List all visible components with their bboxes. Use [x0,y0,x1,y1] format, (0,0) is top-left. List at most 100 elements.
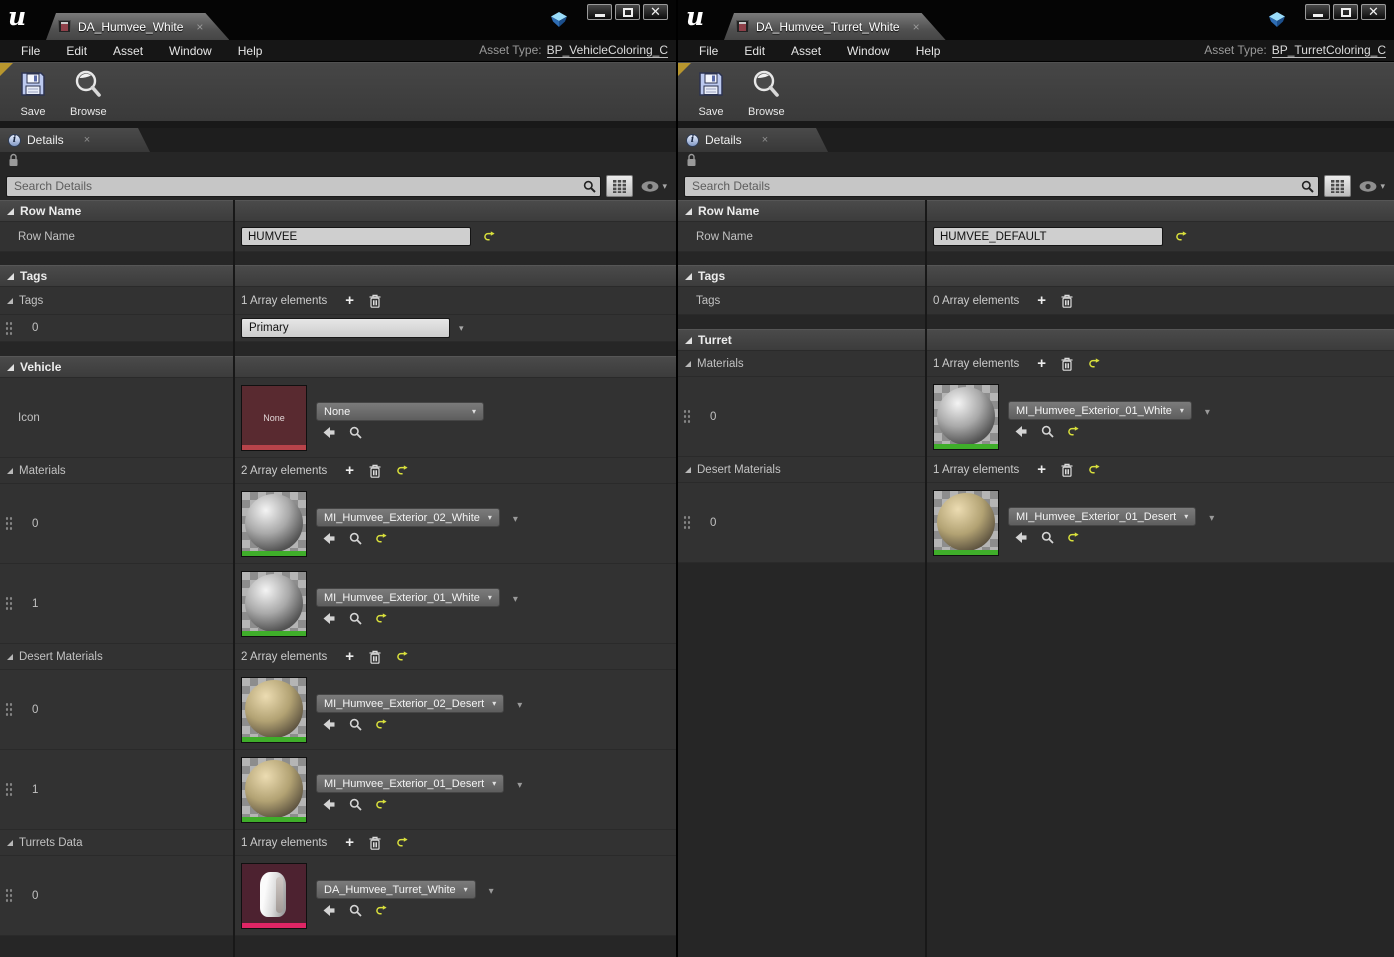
reset-to-default-icon[interactable] [372,904,390,917]
reset-to-default-icon[interactable] [372,612,390,625]
category-row-name[interactable]: Row Name [0,200,676,222]
browse-to-asset-icon[interactable] [346,612,365,625]
material-thumbnail[interactable] [241,676,307,743]
reset-to-default-icon[interactable] [1172,230,1190,243]
material-thumbnail[interactable] [241,756,307,823]
menu-window[interactable]: Window [156,44,225,58]
expand-arrow-icon[interactable] [7,839,13,846]
tag-dropdown[interactable]: Primary [241,318,450,338]
delete-array-icon[interactable] [366,650,384,664]
delete-array-icon[interactable] [1058,357,1076,371]
browse-to-asset-icon[interactable] [346,532,365,545]
use-selected-asset-icon[interactable] [319,612,339,625]
row-name-input[interactable] [241,227,471,246]
element-options-icon[interactable]: ▾ [513,514,518,525]
expand-arrow-icon[interactable] [685,360,691,367]
close-button[interactable]: ✕ [643,4,668,20]
browse-to-asset-icon[interactable] [346,798,365,811]
add-element-icon[interactable]: + [342,649,357,664]
category-turret[interactable]: Turret [678,329,1394,351]
delete-array-icon[interactable] [366,294,384,308]
browse-to-asset-icon[interactable] [1038,531,1057,544]
expand-arrow-icon[interactable] [685,272,692,280]
view-options-button[interactable]: ▾ [1356,181,1388,192]
drag-handle[interactable] [5,702,13,717]
reset-to-default-icon[interactable] [372,532,390,545]
menu-asset[interactable]: Asset [778,44,834,58]
tutorial-diamond-icon[interactable] [1268,12,1286,33]
browse-button[interactable]: Browse [66,67,111,120]
reset-to-default-icon[interactable] [393,836,411,849]
reset-to-default-icon[interactable] [1064,531,1082,544]
expand-arrow-icon[interactable] [7,272,14,280]
search-input[interactable] [6,175,602,197]
use-selected-asset-icon[interactable] [319,532,339,545]
reset-to-default-icon[interactable] [480,230,498,243]
element-options-icon[interactable]: ▾ [1209,513,1214,524]
material-thumbnail[interactable] [241,570,307,637]
browse-to-asset-icon[interactable] [346,718,365,731]
menu-edit[interactable]: Edit [53,44,100,58]
element-options-icon[interactable]: ▾ [489,886,494,897]
row-name-input[interactable] [933,227,1163,246]
browse-to-asset-icon[interactable] [1038,425,1057,438]
expand-arrow-icon[interactable] [685,466,691,473]
drag-handle[interactable] [5,888,13,903]
asset-type-link[interactable]: BP_VehicleColoring_C [546,43,668,58]
material-asset-dropdown[interactable]: MI_Humvee_Exterior_01_Desert ▾ [1008,507,1197,526]
material-thumbnail[interactable] [241,490,307,557]
minimize-button[interactable] [1305,4,1330,20]
use-selected-asset-icon[interactable] [319,718,339,731]
asset-type-link[interactable]: BP_TurretColoring_C [1271,43,1386,58]
category-vehicle[interactable]: Vehicle [0,356,676,378]
drag-handle[interactable] [5,516,13,531]
menu-edit[interactable]: Edit [731,44,778,58]
details-tab-close-icon[interactable]: × [84,134,90,146]
details-tab[interactable]: i Details × [678,128,828,152]
drag-handle[interactable] [683,515,691,530]
use-selected-asset-icon[interactable] [1011,425,1031,438]
add-element-icon[interactable]: + [342,293,357,308]
expand-arrow-icon[interactable] [7,297,13,304]
element-options-icon[interactable]: ▾ [517,780,522,791]
close-button[interactable]: ✕ [1361,4,1386,20]
material-thumbnail[interactable] [933,383,999,450]
display-settings-button[interactable] [606,175,634,197]
details-tab-close-icon[interactable]: × [762,134,768,146]
expand-arrow-icon[interactable] [7,467,13,474]
minimize-button[interactable] [587,4,612,20]
use-selected-asset-icon[interactable] [319,426,339,439]
drag-handle[interactable] [5,320,13,336]
details-tab[interactable]: i Details × [0,128,150,152]
delete-array-icon[interactable] [1058,463,1076,477]
category-tags[interactable]: Tags [0,265,676,287]
save-button[interactable]: Save [692,67,730,120]
column-splitter[interactable] [925,200,927,957]
lock-icon[interactable] [8,153,19,172]
material-thumbnail[interactable] [933,489,999,556]
expand-arrow-icon[interactable] [685,207,692,215]
browse-to-asset-icon[interactable] [346,426,365,439]
browse-to-asset-icon[interactable] [346,904,365,917]
material-asset-dropdown[interactable]: MI_Humvee_Exterior_01_Desert ▾ [316,774,505,793]
element-options-icon[interactable]: ▾ [517,700,522,711]
delete-array-icon[interactable] [1058,294,1076,308]
reset-to-default-icon[interactable] [1085,357,1103,370]
drag-handle[interactable] [5,782,13,797]
drag-handle[interactable] [683,409,691,424]
icon-asset-thumbnail[interactable]: None [241,384,307,451]
lock-icon[interactable] [686,153,697,172]
search-input[interactable] [684,175,1320,197]
save-button[interactable]: Save [14,67,52,120]
reset-to-default-icon[interactable] [1085,463,1103,476]
add-element-icon[interactable]: + [1034,462,1049,477]
reset-to-default-icon[interactable] [372,798,390,811]
menu-help[interactable]: Help [903,44,954,58]
display-settings-button[interactable] [1324,175,1352,197]
drag-handle[interactable] [5,596,13,611]
chevron-down-icon[interactable]: ▾ [459,323,464,334]
material-asset-dropdown[interactable]: MI_Humvee_Exterior_01_White ▾ [1008,401,1192,420]
maximize-button[interactable] [1333,4,1358,20]
expand-arrow-icon[interactable] [685,336,692,344]
delete-array-icon[interactable] [366,836,384,850]
